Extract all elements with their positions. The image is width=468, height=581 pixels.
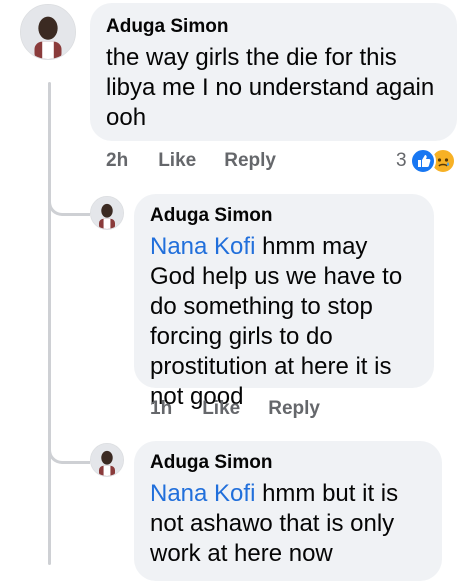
comment-time[interactable]: 2h <box>106 150 128 172</box>
like-icon <box>409 148 436 174</box>
reply-bubble: Aduga Simon Nana Kofi hmm may God help u… <box>134 194 434 410</box>
reply-button[interactable]: Reply <box>224 150 276 172</box>
reply-author[interactable]: Aduga Simon <box>150 204 418 228</box>
reply-bubble: Aduga Simon Nana Kofi hmm but it is not … <box>134 441 442 581</box>
reply-text: Nana Kofi hmm may God help us we have to… <box>150 232 418 412</box>
avatar[interactable] <box>90 196 124 230</box>
reaction-summary[interactable]: 3 <box>396 148 456 174</box>
avatar[interactable] <box>90 443 124 477</box>
mention-link[interactable]: Nana Kofi <box>150 233 255 260</box>
reply-connector <box>48 434 90 464</box>
reply-actions: 1h Like Reply <box>150 398 320 420</box>
comment-author[interactable]: Aduga Simon <box>106 15 441 39</box>
comment-actions: 2h Like Reply <box>106 150 276 172</box>
profile-photo <box>91 444 123 476</box>
comment-text: the way girls the die for this libya me … <box>106 44 435 131</box>
reply-connector <box>48 186 90 216</box>
reply-author[interactable]: Aduga Simon <box>150 451 426 475</box>
reply-time[interactable]: 1h <box>150 398 172 420</box>
comment-bubble: Aduga Simon the way girls the die for th… <box>90 3 457 141</box>
reply-text: Nana Kofi hmm but it is not ashawo that … <box>150 479 426 569</box>
reaction-count: 3 <box>396 150 407 171</box>
like-button[interactable]: Like <box>202 398 240 420</box>
mention-link[interactable]: Nana Kofi <box>150 480 255 507</box>
profile-photo <box>21 5 75 59</box>
avatar[interactable] <box>20 4 76 60</box>
like-button[interactable]: Like <box>158 150 196 172</box>
thread-line <box>48 82 51 565</box>
reply-button[interactable]: Reply <box>268 398 320 420</box>
profile-photo <box>91 197 123 229</box>
